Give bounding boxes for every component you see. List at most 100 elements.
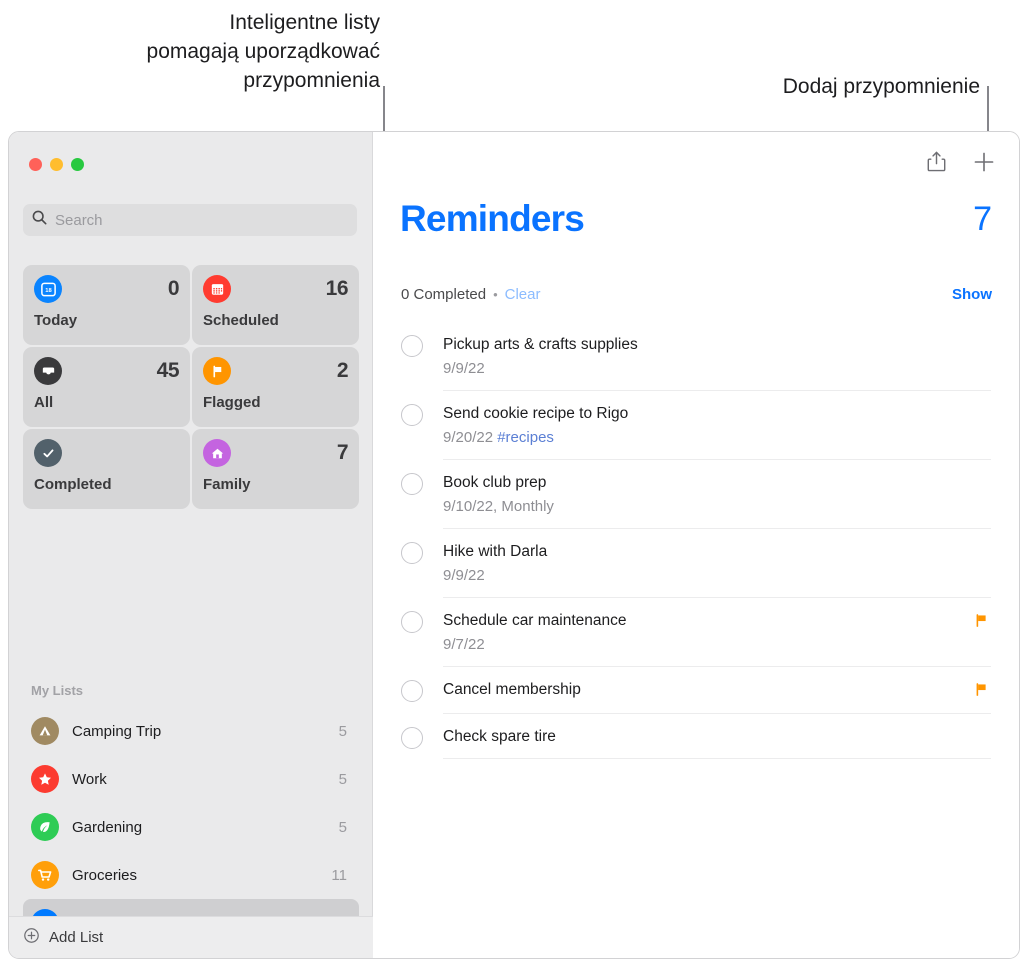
show-button[interactable]: Show [952,286,992,303]
smart-list-label: Scheduled [203,312,279,329]
sidebar-item-gardening[interactable]: Gardening 5 [23,803,359,851]
smart-list-all[interactable]: 45 All [23,347,190,427]
reminder-checkbox[interactable] [401,473,423,495]
reminder-date: 9/20/22 [443,429,494,446]
calendar-day-icon: 18 [34,275,62,303]
minimize-button[interactable] [50,158,63,171]
sidebar-item-label: Gardening [72,818,143,836]
completed-count-label: 0 Completed [401,286,487,303]
reminders-window: Search 18 0 Today 16 Scheduled 45 All 2 … [8,131,1020,959]
smart-list-label: Flagged [203,394,261,411]
sidebar: Search 18 0 Today 16 Scheduled 45 All 2 … [9,132,373,958]
smart-lists-grid: 18 0 Today 16 Scheduled 45 All 2 Flagged… [23,265,359,509]
cart-icon [31,861,59,889]
reminder-subtitle: 9/20/22 #recipes [443,427,991,448]
flag-icon [203,357,231,385]
reminder-date: 9/9/22 [443,360,485,377]
reminder-row[interactable]: Schedule car maintenance 9/7/22 [401,598,991,667]
smart-list-label: Completed [34,476,112,493]
reminder-subtitle: 9/9/22 [443,358,991,379]
reminder-subtitle: 9/9/22 [443,565,991,586]
reminder-row[interactable]: Send cookie recipe to Rigo 9/20/22 #reci… [401,391,991,460]
smart-list-count: 16 [325,277,349,300]
sidebar-item-count: 11 [331,866,347,884]
reminder-checkbox[interactable] [401,727,423,749]
sidebar-item-count: 5 [338,722,347,740]
list-subheader: 0 Completed • Clear Show [401,286,992,303]
reminder-row[interactable]: Cancel membership [401,667,991,714]
add-reminder-button[interactable] [973,151,995,173]
share-icon[interactable] [926,150,947,173]
search-input[interactable]: Search [23,204,357,236]
reminder-row[interactable]: Check spare tire [401,714,991,759]
flag-icon [974,682,989,702]
zoom-button[interactable] [71,158,84,171]
sidebar-item-count: 5 [338,770,347,788]
list-header: Reminders 7 [400,198,992,240]
search-icon [32,210,47,230]
reminder-title: Book club prep [443,474,547,491]
sidebar-item-work[interactable]: Work 5 [23,755,359,803]
smart-list-label: Family [203,476,251,493]
page-title: Reminders [400,198,585,239]
smart-list-label: All [34,394,54,411]
reminder-date: 9/9/22 [443,567,485,584]
callout-left-text: Inteligentne listy pomagają uporządkować… [146,11,380,92]
reminders-content: Reminders 7 0 Completed • Clear Show Pic… [373,132,1019,958]
reminder-checkbox[interactable] [401,542,423,564]
window-controls [29,158,84,171]
separator-dot: • [493,287,498,302]
reminder-subtitle: 9/7/22 [443,634,974,655]
house-icon [203,439,231,467]
sidebar-item-label: Work [72,770,107,788]
reminder-checkbox[interactable] [401,680,423,702]
reminder-date: 9/10/22, [443,498,498,515]
reminder-title: Cancel membership [443,681,581,698]
close-button[interactable] [29,158,42,171]
inbox-icon [34,357,62,385]
smart-list-flagged[interactable]: 2 Flagged [192,347,359,427]
reminder-title: Schedule car maintenance [443,612,627,629]
checkmark-icon [34,439,62,467]
smart-list-count: 0 [167,277,180,300]
calendar-icon [203,275,231,303]
reminder-row[interactable]: Book club prep 9/10/22, Monthly [401,460,991,529]
reminder-checkbox[interactable] [401,335,423,357]
reminder-meta: Monthly [497,498,554,515]
leaf-icon [31,813,59,841]
svg-text:18: 18 [45,287,52,293]
clear-button[interactable]: Clear [505,286,541,303]
plus-circle-icon [23,927,40,949]
sidebar-item-label: Camping Trip [72,722,162,740]
reminder-checkbox[interactable] [401,611,423,633]
smart-list-scheduled[interactable]: 16 Scheduled [192,265,359,345]
reminder-date: 9/7/22 [443,636,485,653]
reminder-list: Pickup arts & crafts supplies 9/9/22 Sen… [401,322,991,759]
star-icon [31,765,59,793]
content-toolbar [926,150,995,173]
page-title-count: 7 [973,200,992,238]
tent-icon [31,717,59,745]
smart-list-family[interactable]: 7 Family [192,429,359,509]
smart-list-completed[interactable]: Completed [23,429,190,509]
reminder-tag[interactable]: #recipes [497,429,554,446]
sidebar-item-camping-trip[interactable]: Camping Trip 5 [23,707,359,755]
smart-list-today[interactable]: 18 0 Today [23,265,190,345]
my-lists-header: My Lists [31,683,84,698]
flag-icon [974,613,989,633]
reminder-row[interactable]: Hike with Darla 9/9/22 [401,529,991,598]
search-placeholder: Search [55,211,103,229]
smart-list-count: 2 [336,359,349,382]
reminder-subtitle: 9/10/22, Monthly [443,496,991,517]
add-list-button[interactable]: Add List [9,916,373,958]
smart-list-count: 45 [156,359,180,382]
sidebar-item-groceries[interactable]: Groceries 11 [23,851,359,899]
sidebar-item-label: Groceries [72,866,138,884]
reminder-title: Hike with Darla [443,543,548,560]
reminder-row[interactable]: Pickup arts & crafts supplies 9/9/22 [401,322,991,391]
reminder-checkbox[interactable] [401,404,423,426]
add-list-label: Add List [49,929,104,946]
reminder-title: Send cookie recipe to Rigo [443,405,629,422]
smart-list-count: 7 [336,441,349,464]
reminder-title: Pickup arts & crafts supplies [443,336,638,353]
